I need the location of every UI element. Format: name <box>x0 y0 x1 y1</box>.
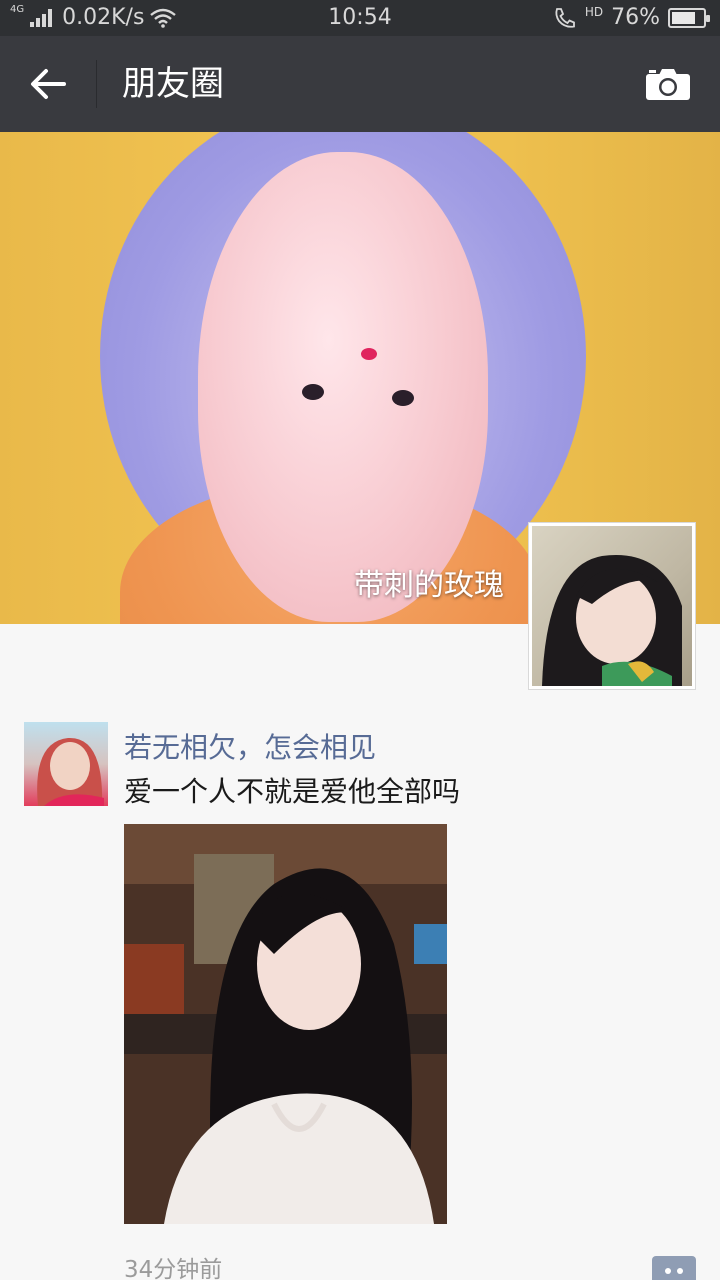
status-right: HD 76% <box>553 0 710 36</box>
comment-dots-icon <box>665 1268 671 1274</box>
cover-forehead-dot <box>361 348 377 360</box>
battery-icon <box>668 8 710 28</box>
back-button[interactable] <box>20 60 76 108</box>
status-bar: 4G 0.02K/s 10:54 HD 76% <box>0 0 720 36</box>
camera-icon <box>646 69 690 100</box>
post-author-avatar[interactable] <box>24 722 108 806</box>
post-author-name[interactable]: 若无相欠，怎会相见 <box>124 726 376 766</box>
phone-call-icon <box>555 8 575 28</box>
post-text: 爱一个人不就是爱他全部吗 <box>124 775 461 808</box>
comment-button[interactable] <box>652 1256 696 1280</box>
nav-divider <box>96 60 97 108</box>
page-title: 朋友圈 <box>122 64 224 104</box>
wechat-moments-screen: 4G 0.02K/s 10:54 HD 76% 朋友圈 带刺的玫瑰 若无相欠，怎… <box>0 0 720 1280</box>
cover-eye-left <box>302 384 324 400</box>
nav-bar: 朋友圈 <box>0 36 720 132</box>
arrow-left-icon <box>31 69 66 99</box>
battery-level-fill <box>672 12 695 24</box>
camera-button[interactable] <box>640 60 696 108</box>
moment-post: 若无相欠，怎会相见 爱一个人不就是爱他全部吗 34分钟前 <box>0 720 720 1280</box>
cover-eye-right <box>392 390 414 406</box>
post-timestamp: 34分钟前 <box>124 1257 223 1280</box>
post-author-avatar-portrait <box>37 737 104 806</box>
cover-photo-baby-face <box>198 152 488 622</box>
profile-avatar[interactable] <box>528 522 696 690</box>
cover-display-name: 带刺的玫瑰 <box>354 568 504 603</box>
profile-avatar-portrait <box>542 555 682 686</box>
post-image[interactable] <box>124 824 447 1224</box>
post-image-photo <box>124 824 447 1224</box>
battery-percent: 76% <box>611 5 660 30</box>
profile-avatar-photo <box>532 526 692 686</box>
hd-label: HD <box>584 5 604 19</box>
